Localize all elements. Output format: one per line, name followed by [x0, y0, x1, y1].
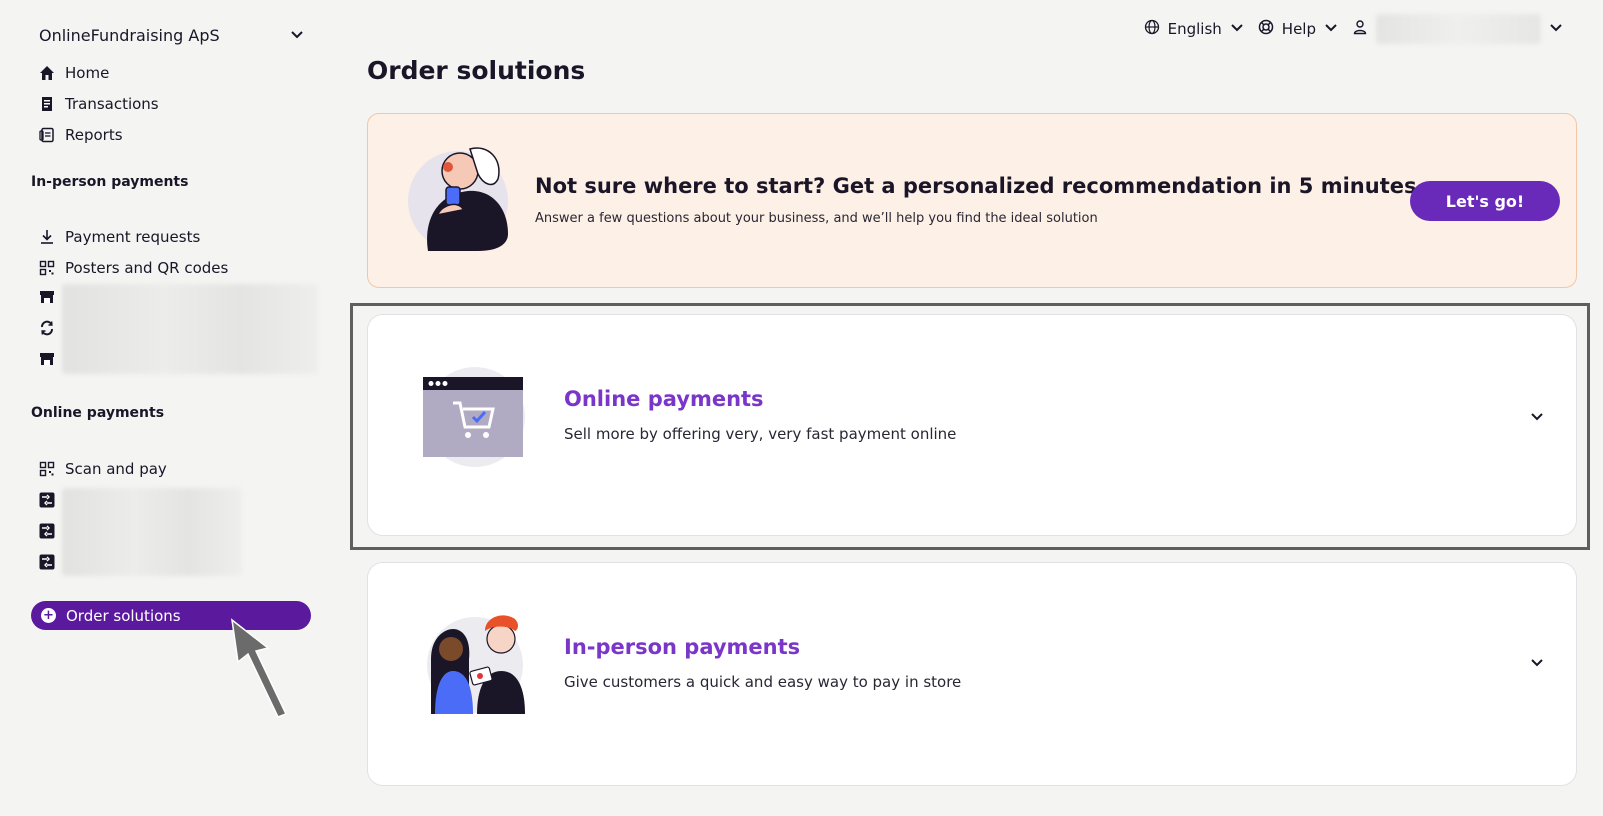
- org-switcher[interactable]: OnlineFundraising ApS: [39, 26, 304, 45]
- sidebar-item-label: Transactions: [65, 95, 159, 113]
- receipt-icon: [39, 96, 55, 112]
- plus-circle-icon: +: [41, 608, 56, 623]
- chevron-down-icon: [1230, 20, 1244, 38]
- sidebar-item-posters-qr[interactable]: Posters and QR codes: [39, 259, 228, 277]
- sidebar-item-transactions[interactable]: Transactions: [39, 95, 159, 113]
- chevron-down-icon[interactable]: [1528, 407, 1546, 425]
- chevron-down-icon[interactable]: [1528, 653, 1546, 671]
- person-on-phone-illustration: [408, 147, 508, 251]
- sidebar-item-label: Home: [65, 64, 110, 82]
- sidebar-item-payment-requests[interactable]: Payment requests: [39, 228, 200, 246]
- order-solutions-label: Order solutions: [66, 606, 181, 625]
- store-icon: [39, 351, 55, 371]
- globe-icon: [1144, 19, 1160, 39]
- help-label: Help: [1281, 20, 1316, 38]
- card-title: In-person payments: [564, 635, 801, 659]
- user-icon: [1352, 19, 1368, 39]
- redacted-items: [62, 284, 318, 374]
- pointer-arrow-icon: [230, 618, 288, 718]
- section-online-payments: Online payments: [31, 405, 165, 421]
- recommendation-banner: Not sure where to start? Get a personali…: [367, 113, 1577, 288]
- sidebar-item-label: Scan and pay: [65, 460, 167, 478]
- checkout-icon: [39, 554, 55, 574]
- sidebar: OnlineFundraising ApS Home Transactions …: [0, 0, 330, 816]
- online-payments-card[interactable]: Online payments Sell more by offering ve…: [367, 314, 1577, 536]
- section-in-person-payments: In-person payments: [31, 174, 189, 190]
- banner-title: Not sure where to start? Get a personali…: [535, 174, 1417, 198]
- sync-icon: [39, 320, 55, 340]
- reports-icon: [39, 127, 55, 143]
- banner-subtitle: Answer a few questions about your busine…: [535, 211, 1098, 226]
- page-title: Order solutions: [367, 56, 586, 85]
- home-icon: [39, 65, 55, 81]
- checkout-icon: [39, 523, 55, 543]
- sidebar-item-label: Reports: [65, 126, 123, 144]
- lets-go-button[interactable]: Let's go!: [1410, 181, 1560, 221]
- help-menu[interactable]: Help: [1258, 19, 1338, 39]
- chevron-down-icon: [1324, 20, 1338, 38]
- org-name: OnlineFundraising ApS: [39, 26, 220, 45]
- chevron-down-icon: [290, 26, 304, 45]
- sidebar-item-scan-and-pay[interactable]: Scan and pay: [39, 460, 167, 478]
- language-label: English: [1167, 20, 1222, 38]
- qr-icon: [39, 461, 55, 477]
- chevron-down-icon: [1549, 20, 1563, 38]
- redacted-items: [62, 488, 242, 576]
- card-title: Online payments: [564, 387, 764, 411]
- checkout-icon: [39, 492, 55, 512]
- store-icon: [39, 289, 55, 309]
- sidebar-item-label: Payment requests: [65, 228, 201, 246]
- card-subtitle: Give customers a quick and easy way to p…: [564, 673, 962, 691]
- user-menu[interactable]: [1352, 14, 1563, 44]
- shopping-cart-illustration: [423, 367, 525, 467]
- sidebar-item-label: Posters and QR codes: [65, 259, 229, 277]
- people-illustration: [427, 615, 525, 714]
- card-subtitle: Sell more by offering very, very fast pa…: [564, 425, 957, 443]
- download-icon: [39, 229, 55, 245]
- language-selector[interactable]: English: [1144, 19, 1244, 39]
- redacted-username: [1376, 14, 1541, 44]
- qr-icon: [39, 260, 55, 276]
- sidebar-item-home[interactable]: Home: [39, 64, 109, 82]
- sidebar-item-reports[interactable]: Reports: [39, 126, 123, 144]
- top-bar: English Help: [1144, 14, 1563, 44]
- in-person-payments-card[interactable]: In-person payments Give customers a quic…: [367, 562, 1577, 786]
- lifebuoy-icon: [1258, 19, 1274, 39]
